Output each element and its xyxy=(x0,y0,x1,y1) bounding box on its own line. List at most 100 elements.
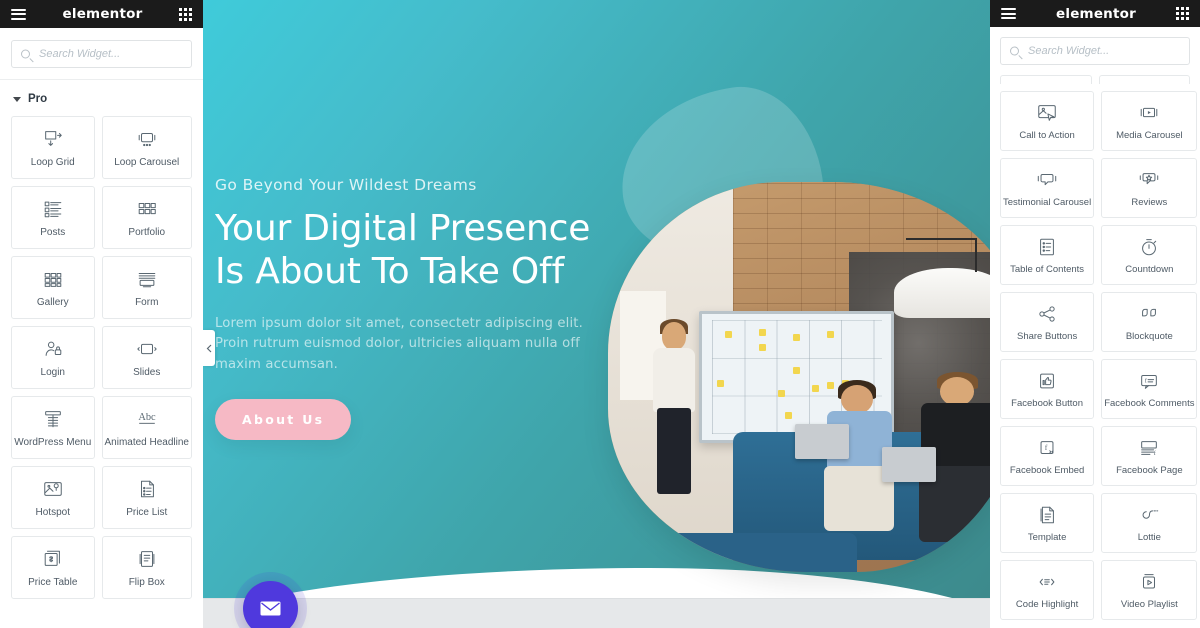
widget-label: Media Carousel xyxy=(1116,129,1183,141)
hamburger-icon[interactable] xyxy=(11,8,26,20)
widget-card-blockquote[interactable]: Blockquote xyxy=(1101,291,1198,352)
widget-card-testimonial-carousel[interactable]: Testimonial Carousel xyxy=(1000,157,1095,218)
testimonial-carousel-icon xyxy=(1036,168,1058,192)
widget-card[interactable] xyxy=(1000,75,1092,84)
search-icon xyxy=(21,49,30,59)
widget-card-template[interactable]: Template xyxy=(1000,492,1095,553)
left-panel-header: elementor xyxy=(0,0,203,28)
widget-card-facebook-comments[interactable]: f Facebook Comments xyxy=(1101,358,1198,419)
team-meeting-photo[interactable] xyxy=(608,182,990,572)
widget-card-code-highlight[interactable]: Code Highlight xyxy=(1000,559,1095,620)
widget-card-facebook-button[interactable]: Facebook Button xyxy=(1000,358,1095,419)
table-of-contents-icon xyxy=(1036,235,1058,259)
widget-card[interactable] xyxy=(1098,75,1190,84)
widget-card-loop-grid[interactable]: Loop Grid xyxy=(11,116,95,179)
wordpress-menu-icon xyxy=(42,407,64,431)
grid-apps-icon[interactable] xyxy=(179,7,192,21)
widget-card-reviews[interactable]: Reviews xyxy=(1101,157,1198,218)
widget-label: Code Highlight xyxy=(1015,598,1079,610)
widget-label: Loop Grid xyxy=(30,157,75,168)
widget-card-facebook-embed[interactable]: f Facebook Embed xyxy=(1000,425,1095,486)
panel-collapse-toggle[interactable] xyxy=(203,330,215,366)
widget-card-call-to-action[interactable]: Call to Action xyxy=(1000,90,1095,151)
portfolio-icon xyxy=(136,197,158,221)
price-table-icon xyxy=(42,547,64,571)
widget-card-form[interactable]: Form xyxy=(101,256,192,319)
posts-icon xyxy=(42,197,64,221)
hero-bottom-curve xyxy=(203,568,990,598)
right-widget-scroll[interactable]: Call to Action Media Carousel Testimonial … xyxy=(990,84,1200,628)
widget-card-animated-headline[interactable]: Abc Animated Headline xyxy=(101,396,192,459)
search-icon xyxy=(1010,46,1019,56)
search-input[interactable] xyxy=(1028,38,1189,64)
hero-subtext: Lorem ipsum dolor sit amet, consectetr a… xyxy=(215,315,583,372)
widget-label: Posts xyxy=(40,227,66,238)
widget-label: Lottie xyxy=(1137,531,1161,543)
widget-card-hotspot[interactable]: Hotspot xyxy=(11,466,95,529)
call-to-action-icon xyxy=(1036,101,1058,125)
widget-card-posts[interactable]: Posts xyxy=(11,186,95,249)
left-widget-scroll[interactable]: Loop Grid Loop Carousel Posts Portfolio Gall… xyxy=(0,116,203,628)
widget-label: Price Table xyxy=(28,577,78,588)
widget-card-loop-carousel[interactable]: Loop Carousel xyxy=(101,116,192,179)
left-widget-panel: elementor Pro Loop Grid Loop Carousel Post… xyxy=(0,0,203,628)
section-header-pro[interactable]: Pro xyxy=(0,80,203,116)
caret-down-icon xyxy=(13,96,21,102)
widget-card-login[interactable]: Login xyxy=(11,326,95,389)
right-search-box[interactable] xyxy=(1000,37,1190,65)
right-search-wrap xyxy=(990,27,1200,75)
widget-label: Slides xyxy=(133,367,161,378)
about-us-button[interactable]: About Us xyxy=(215,399,352,441)
page-canvas[interactable]: Go Beyond Your Wildest Dreams Your Digit… xyxy=(203,0,990,628)
chevron-left-icon xyxy=(206,344,212,352)
animated-headline-icon: Abc xyxy=(134,407,160,431)
widget-label: Flip Box xyxy=(128,577,165,588)
contact-fab-button[interactable] xyxy=(243,581,298,628)
widget-card-price-list[interactable]: Price List xyxy=(101,466,192,529)
editor-bottom-bar xyxy=(203,598,990,628)
left-widget-grid: Loop Grid Loop Carousel Posts Portfolio Gall… xyxy=(0,116,203,610)
flip-box-icon xyxy=(136,547,158,571)
widget-card-portfolio[interactable]: Portfolio xyxy=(101,186,192,249)
grid-apps-icon[interactable] xyxy=(1176,7,1189,20)
form-icon xyxy=(136,267,158,291)
blockquote-icon xyxy=(1138,302,1160,326)
countdown-icon xyxy=(1138,235,1160,259)
widget-label: Template xyxy=(1027,531,1067,543)
widget-card-countdown[interactable]: Countdown xyxy=(1101,224,1198,285)
widget-card-gallery[interactable]: Gallery xyxy=(11,256,95,319)
widget-card-lottie[interactable]: Lottie xyxy=(1101,492,1198,553)
left-search-box[interactable] xyxy=(11,40,192,68)
code-highlight-icon xyxy=(1036,570,1058,594)
hamburger-icon[interactable] xyxy=(1001,8,1016,19)
widget-card-video-playlist[interactable]: Video Playlist xyxy=(1101,559,1198,620)
widget-label: WordPress Menu xyxy=(14,437,92,448)
right-widget-panel: elementor Call to Action Media Carousel Te… xyxy=(990,0,1200,628)
widget-label: Table of Contents xyxy=(1010,263,1085,275)
widget-label: Video Playlist xyxy=(1120,598,1178,610)
gallery-icon xyxy=(42,267,64,291)
left-search-wrap xyxy=(0,28,203,80)
widget-card-media-carousel[interactable]: Media Carousel xyxy=(1101,90,1198,151)
hero-headline-line2: Is About To Take Off xyxy=(215,250,564,292)
widget-label: Facebook Comments xyxy=(1104,397,1195,409)
widget-label: Login xyxy=(40,367,65,378)
widget-label: Reviews xyxy=(1131,196,1168,208)
section-label: Pro xyxy=(28,93,48,105)
share-buttons-icon xyxy=(1036,302,1058,326)
right-widget-grid: Call to Action Media Carousel Testimonial … xyxy=(990,84,1200,628)
search-input[interactable] xyxy=(39,41,191,67)
widget-label: Hotspot xyxy=(35,507,70,518)
widget-label: Facebook Button xyxy=(1011,397,1083,409)
right-panel-header: elementor xyxy=(990,0,1200,27)
widget-card-wordpress-menu[interactable]: WordPress Menu xyxy=(11,396,95,459)
widget-card-flip-box[interactable]: Flip Box xyxy=(101,536,192,599)
widget-card-facebook-page[interactable]: f Facebook Page xyxy=(1101,425,1198,486)
widget-card-share-buttons[interactable]: Share Buttons xyxy=(1000,291,1095,352)
media-carousel-icon xyxy=(1138,101,1160,125)
widget-card-slides[interactable]: Slides xyxy=(101,326,192,389)
widget-card-price-table[interactable]: Price Table xyxy=(11,536,95,599)
facebook-embed-icon: f xyxy=(1036,436,1058,460)
widget-card-table-of-contents[interactable]: Table of Contents xyxy=(1000,224,1095,285)
elementor-editor: elementor Pro Loop Grid Loop Carousel Post… xyxy=(0,0,1200,628)
